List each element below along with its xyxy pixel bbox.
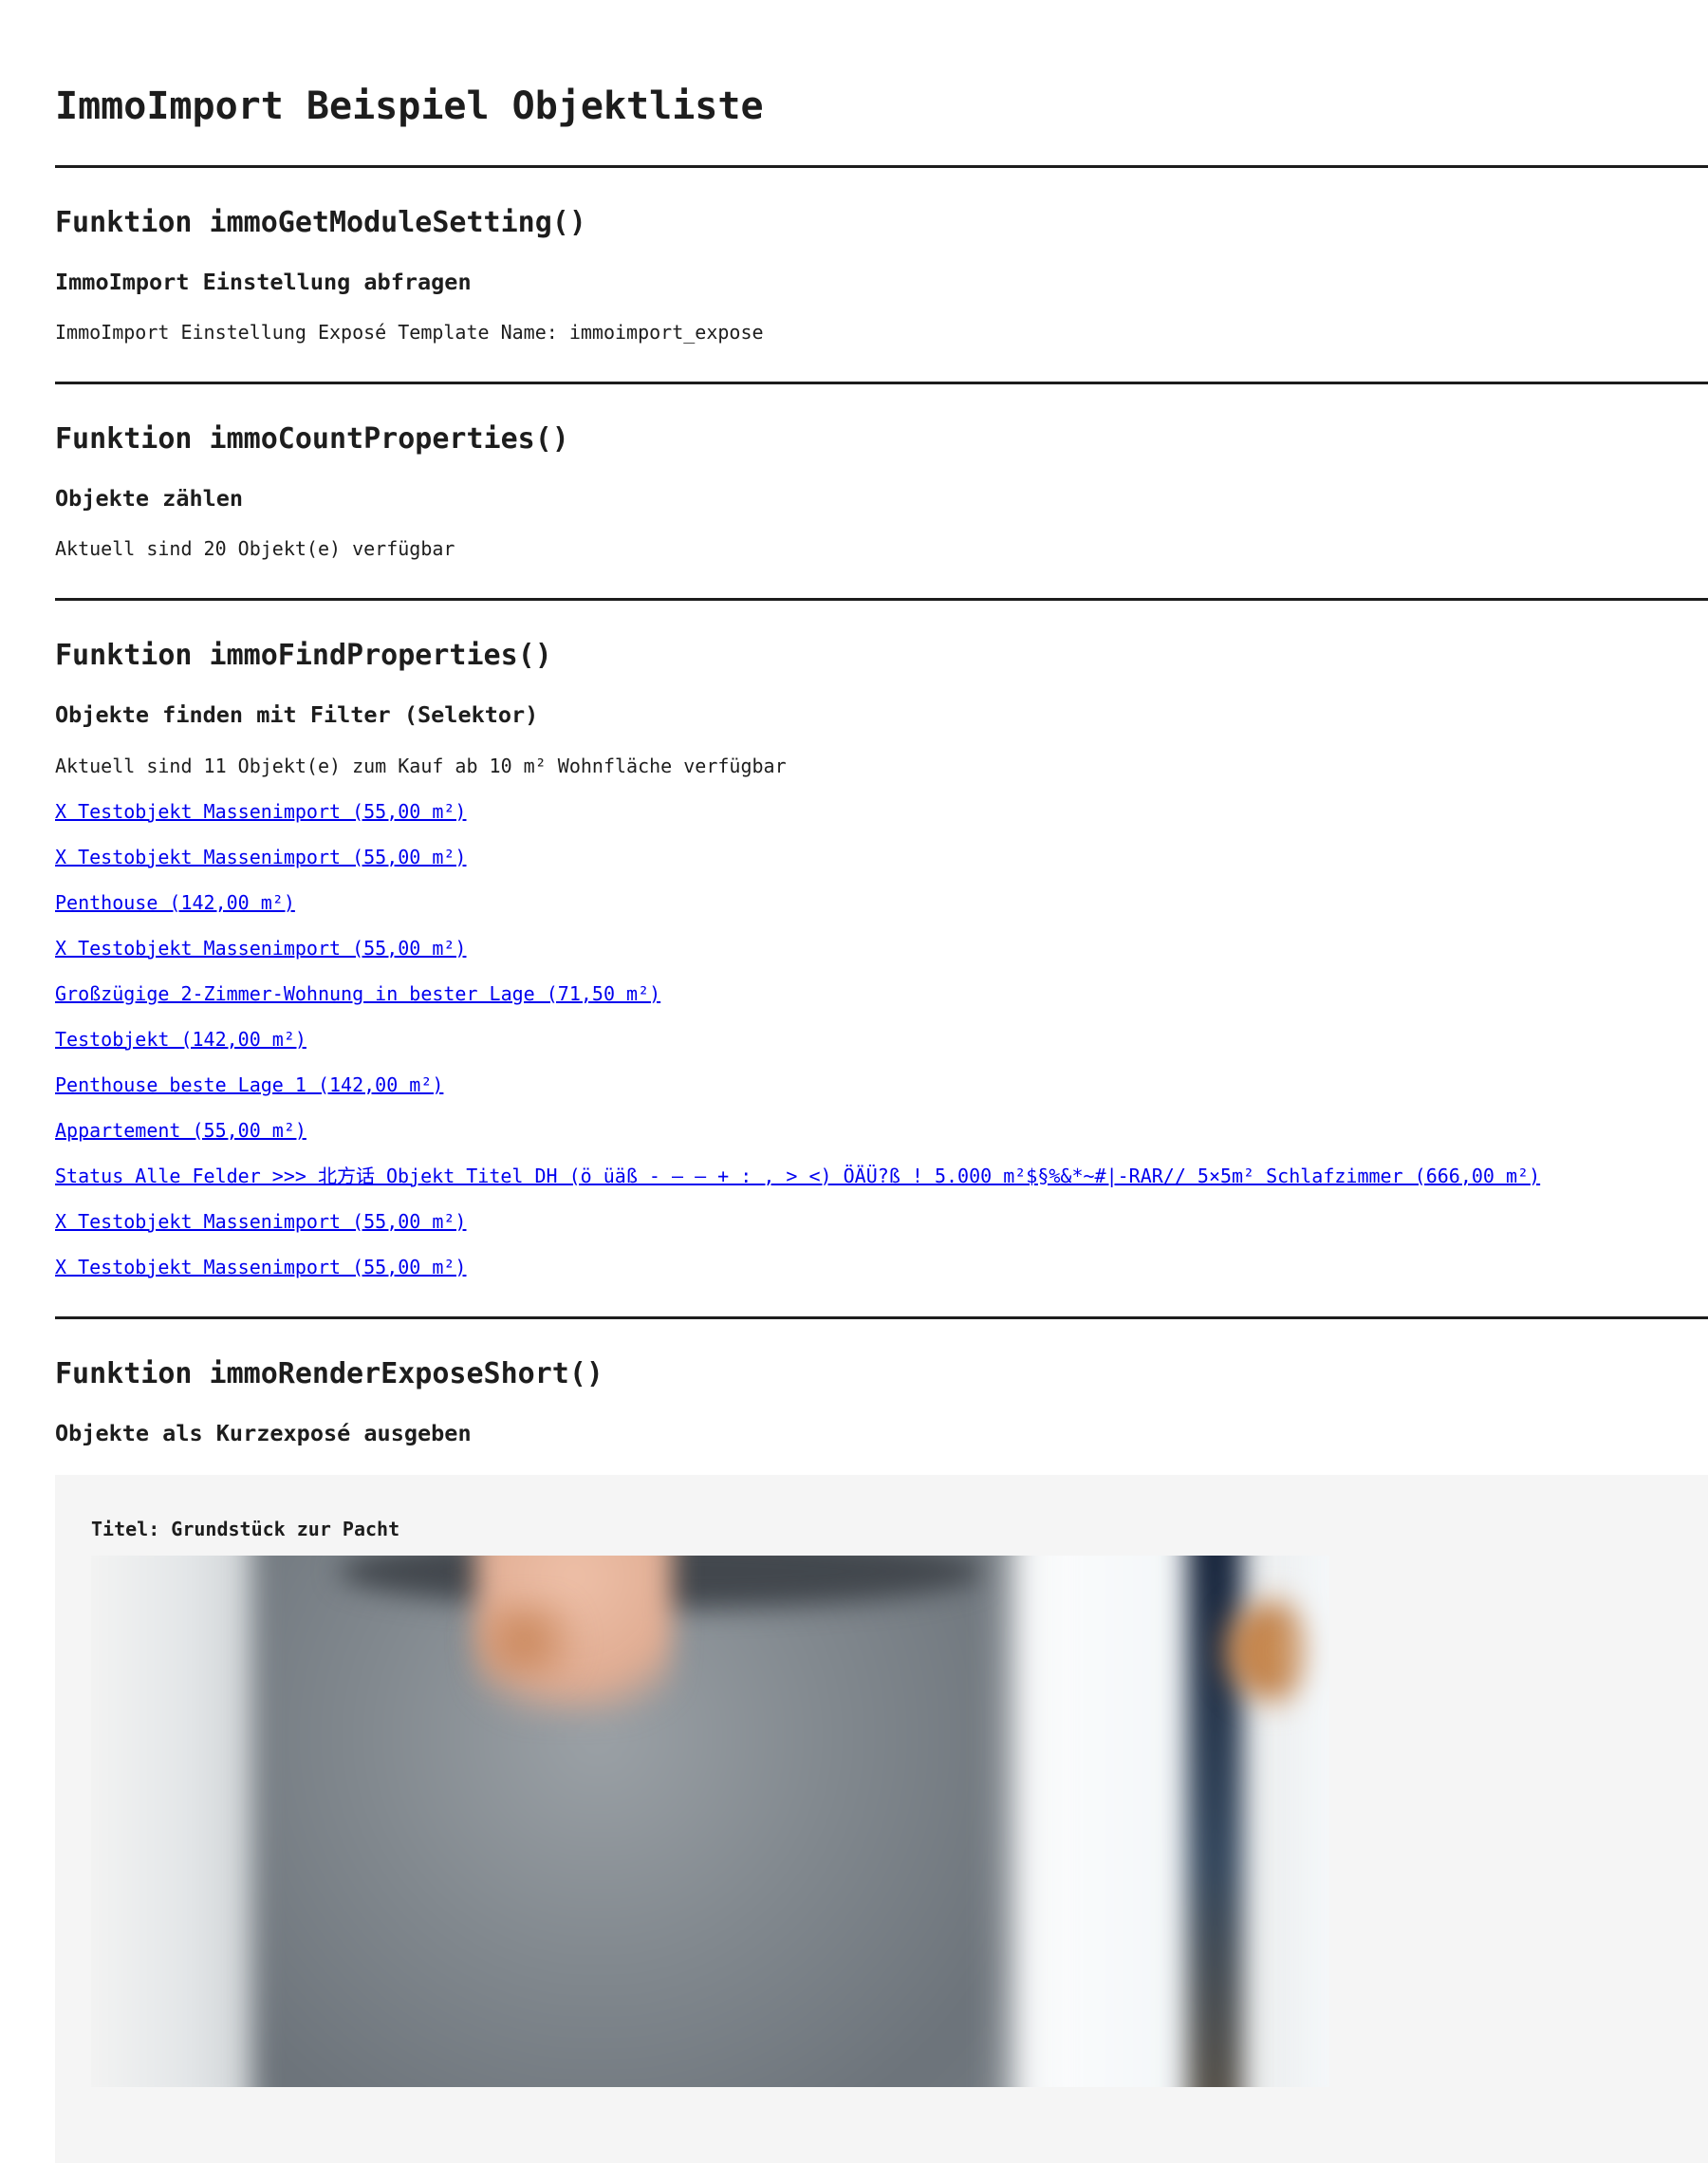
property-link[interactable]: Appartement (55,00 m²) <box>55 1119 306 1142</box>
property-link[interactable]: X Testobjekt Massenimport (55,00 m²) <box>55 1210 466 1233</box>
photo-right-edge <box>1279 1555 1329 2087</box>
property-link-row: Penthouse beste Lage 1 (142,00 m²) <box>55 1072 1708 1098</box>
property-link-row: X Testobjekt Massenimport (55,00 m²) <box>55 936 1708 961</box>
section-render-expose-short: Funktion immoRenderExposeShort() Objekte… <box>55 1357 1708 2163</box>
function-subheading: ImmoImport Einstellung abfragen <box>55 269 472 295</box>
property-link[interactable]: Testobjekt (142,00 m²) <box>55 1028 306 1051</box>
section-count-properties: Funktion immoCountProperties() Objekte z… <box>55 422 1708 562</box>
photo-warm-highlight <box>450 1603 600 1678</box>
property-link-row: Appartement (55,00 m²) <box>55 1118 1708 1144</box>
section-divider <box>55 598 1708 602</box>
property-link-row: Status Alle Felder >>> 北方话 Objekt Titel … <box>55 1164 1708 1189</box>
property-link[interactable]: Status Alle Felder >>> 北方话 Objekt Titel … <box>55 1165 1540 1187</box>
section-find-properties: Funktion immoFindProperties() Objekte fi… <box>55 639 1708 1279</box>
function-result-text: ImmoImport Einstellung Exposé Template N… <box>55 321 764 345</box>
property-link[interactable]: Großzügige 2-Zimmer-Wohnung in bester La… <box>55 982 660 1005</box>
property-link-row: X Testobjekt Massenimport (55,00 m²) <box>55 799 1708 825</box>
function-subheading: Objekte zählen <box>55 485 244 513</box>
function-heading: Funktion immoGetModuleSetting() <box>55 206 586 239</box>
property-link[interactable]: X Testobjekt Massenimport (55,00 m²) <box>55 937 466 960</box>
page-title: ImmoImport Beispiel Objektliste <box>55 84 764 128</box>
section-module-setting: Funktion immoGetModuleSetting() ImmoImpo… <box>55 206 1708 345</box>
section-divider <box>55 165 1708 168</box>
expose-title: Titel: Grundstück zur Pacht <box>91 1517 400 1540</box>
property-link[interactable]: Penthouse (142,00 m²) <box>55 891 295 914</box>
photo-right-background <box>982 1555 1206 2087</box>
section-divider <box>55 1315 1708 1319</box>
property-link-row: Penthouse (142,00 m²) <box>55 890 1708 916</box>
function-result-text: Aktuell sind 20 Objekt(e) verfügbar <box>55 537 455 561</box>
property-link[interactable]: X Testobjekt Massenimport (55,00 m²) <box>55 846 466 868</box>
property-link[interactable]: X Testobjekt Massenimport (55,00 m²) <box>55 800 466 823</box>
function-subheading: Objekte als Kurzexposé ausgeben <box>55 1419 472 1446</box>
property-link-row: X Testobjekt Massenimport (55,00 m²) <box>55 1209 1708 1235</box>
section-divider <box>55 382 1708 385</box>
property-link[interactable]: X Testobjekt Massenimport (55,00 m²) <box>55 1256 466 1278</box>
property-link[interactable]: Penthouse beste Lage 1 (142,00 m²) <box>55 1073 443 1096</box>
function-heading: Funktion immoFindProperties() <box>55 639 552 673</box>
property-link-row: Testobjekt (142,00 m²) <box>55 1027 1708 1053</box>
function-heading: Funktion immoRenderExposeShort() <box>55 1356 603 1390</box>
property-link-row: Großzügige 2-Zimmer-Wohnung in bester La… <box>55 981 1708 1007</box>
function-subheading: Objekte finden mit Filter (Selektor) <box>55 701 539 729</box>
property-link-row: X Testobjekt Massenimport (55,00 m²) <box>55 845 1708 870</box>
expose-photo <box>91 1555 1329 2087</box>
property-link-row: X Testobjekt Massenimport (55,00 m²) <box>55 1255 1708 1280</box>
function-heading: Funktion immoCountProperties() <box>55 422 569 457</box>
function-result-text: Aktuell sind 11 Objekt(e) zum Kauf ab 10… <box>55 754 787 777</box>
